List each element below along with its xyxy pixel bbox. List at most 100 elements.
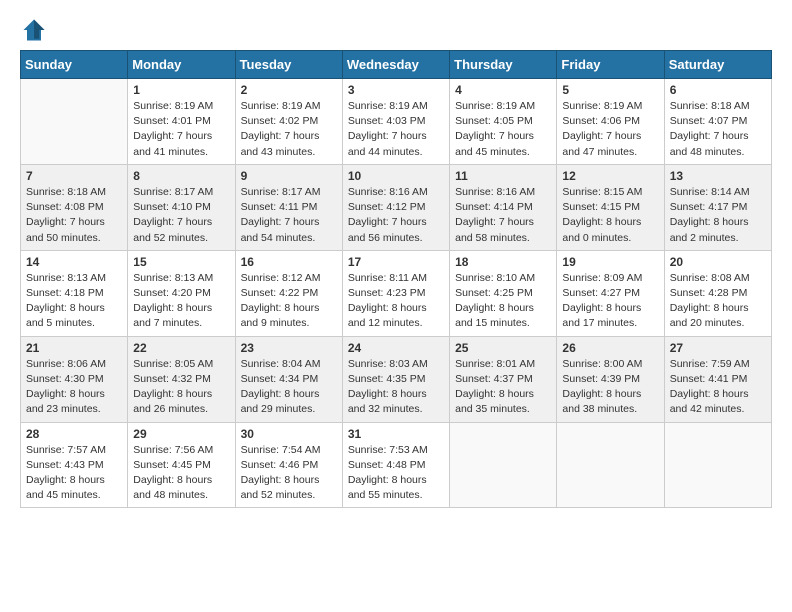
col-header-saturday: Saturday — [664, 51, 771, 79]
col-header-tuesday: Tuesday — [235, 51, 342, 79]
week-row-5: 28Sunrise: 7:57 AMSunset: 4:43 PMDayligh… — [21, 422, 772, 508]
logo-icon — [20, 16, 48, 44]
day-number: 18 — [455, 255, 551, 269]
day-number: 30 — [241, 427, 337, 441]
day-cell: 13 Sunrise: 8:14 AMSunset: 4:17 PMDayligh… — [664, 164, 771, 250]
day-detail: Sunrise: 7:53 AMSunset: 4:48 PMDaylight:… — [348, 443, 444, 504]
header-row: SundayMondayTuesdayWednesdayThursdayFrid… — [21, 51, 772, 79]
page: SundayMondayTuesdayWednesdayThursdayFrid… — [0, 0, 792, 528]
day-number: 4 — [455, 83, 551, 97]
day-cell: 12 Sunrise: 8:15 AMSunset: 4:15 PMDayligh… — [557, 164, 664, 250]
day-detail: Sunrise: 7:54 AMSunset: 4:46 PMDaylight:… — [241, 443, 337, 504]
col-header-friday: Friday — [557, 51, 664, 79]
day-detail: Sunrise: 8:05 AMSunset: 4:32 PMDaylight:… — [133, 357, 229, 418]
day-cell: 29 Sunrise: 7:56 AMSunset: 4:45 PMDayligh… — [128, 422, 235, 508]
day-cell: 3Sunrise: 8:19 AMSunset: 4:03 PMDaylight… — [342, 79, 449, 165]
col-header-sunday: Sunday — [21, 51, 128, 79]
day-number: 22 — [133, 341, 229, 355]
day-number: 16 — [241, 255, 337, 269]
week-row-1: 1 Sunrise: 8:19 AMSunset: 4:01 PMDaylight… — [21, 79, 772, 165]
day-detail: Sunrise: 8:13 AMSunset: 4:20 PMDaylight:… — [133, 271, 229, 332]
day-detail: Sunrise: 8:03 AMSunset: 4:35 PMDaylight:… — [348, 357, 444, 418]
day-cell: 26Sunrise: 8:00 AMSunset: 4:39 PMDayligh… — [557, 336, 664, 422]
day-cell: 6 Sunrise: 8:18 AMSunset: 4:07 PMDaylight… — [664, 79, 771, 165]
day-number: 26 — [562, 341, 658, 355]
day-detail: Sunrise: 8:16 AMSunset: 4:14 PMDaylight:… — [455, 185, 551, 246]
day-cell: 31 Sunrise: 7:53 AMSunset: 4:48 PMDayligh… — [342, 422, 449, 508]
day-cell: 5 Sunrise: 8:19 AMSunset: 4:06 PMDaylight… — [557, 79, 664, 165]
day-number: 2 — [241, 83, 337, 97]
day-detail: Sunrise: 8:17 AMSunset: 4:11 PMDaylight:… — [241, 185, 337, 246]
day-number: 21 — [26, 341, 122, 355]
week-row-2: 7Sunrise: 8:18 AMSunset: 4:08 PMDaylight… — [21, 164, 772, 250]
day-number: 13 — [670, 169, 766, 183]
day-number: 19 — [562, 255, 658, 269]
day-cell: 18 Sunrise: 8:10 AMSunset: 4:25 PMDayligh… — [450, 250, 557, 336]
day-number: 9 — [241, 169, 337, 183]
day-detail: Sunrise: 8:09 AMSunset: 4:27 PMDaylight:… — [562, 271, 658, 332]
day-cell: 22 Sunrise: 8:05 AMSunset: 4:32 PMDayligh… — [128, 336, 235, 422]
day-cell: 16 Sunrise: 8:12 AMSunset: 4:22 PMDayligh… — [235, 250, 342, 336]
day-number: 29 — [133, 427, 229, 441]
logo — [20, 16, 52, 44]
day-number: 24 — [348, 341, 444, 355]
day-cell: 4 Sunrise: 8:19 AMSunset: 4:05 PMDaylight… — [450, 79, 557, 165]
day-cell: 7Sunrise: 8:18 AMSunset: 4:08 PMDaylight… — [21, 164, 128, 250]
day-cell: 24 Sunrise: 8:03 AMSunset: 4:35 PMDayligh… — [342, 336, 449, 422]
col-header-monday: Monday — [128, 51, 235, 79]
day-cell: 1 Sunrise: 8:19 AMSunset: 4:01 PMDaylight… — [128, 79, 235, 165]
day-cell: 2 Sunrise: 8:19 AMSunset: 4:02 PMDaylight… — [235, 79, 342, 165]
day-detail: Sunrise: 8:15 AMSunset: 4:15 PMDaylight:… — [562, 185, 658, 246]
week-row-3: 14Sunrise: 8:13 AMSunset: 4:18 PMDayligh… — [21, 250, 772, 336]
day-detail: Sunrise: 8:12 AMSunset: 4:22 PMDaylight:… — [241, 271, 337, 332]
day-cell: 21Sunrise: 8:06 AMSunset: 4:30 PMDayligh… — [21, 336, 128, 422]
day-detail: Sunrise: 8:19 AMSunset: 4:06 PMDaylight:… — [562, 99, 658, 160]
day-number: 25 — [455, 341, 551, 355]
col-header-thursday: Thursday — [450, 51, 557, 79]
day-detail: Sunrise: 8:11 AMSunset: 4:23 PMDaylight:… — [348, 271, 444, 332]
day-cell — [21, 79, 128, 165]
day-number: 12 — [562, 169, 658, 183]
day-detail: Sunrise: 8:16 AMSunset: 4:12 PMDaylight:… — [348, 185, 444, 246]
day-number: 11 — [455, 169, 551, 183]
day-detail: Sunrise: 8:10 AMSunset: 4:25 PMDaylight:… — [455, 271, 551, 332]
day-number: 14 — [26, 255, 122, 269]
day-number: 27 — [670, 341, 766, 355]
day-cell: 27Sunrise: 7:59 AMSunset: 4:41 PMDayligh… — [664, 336, 771, 422]
day-number: 20 — [670, 255, 766, 269]
day-cell — [557, 422, 664, 508]
day-number: 3 — [348, 83, 444, 97]
day-detail: Sunrise: 8:14 AMSunset: 4:17 PMDaylight:… — [670, 185, 766, 246]
day-cell: 30 Sunrise: 7:54 AMSunset: 4:46 PMDayligh… — [235, 422, 342, 508]
day-cell: 23 Sunrise: 8:04 AMSunset: 4:34 PMDayligh… — [235, 336, 342, 422]
day-number: 6 — [670, 83, 766, 97]
calendar-table: SundayMondayTuesdayWednesdayThursdayFrid… — [20, 50, 772, 508]
day-detail: Sunrise: 8:19 AMSunset: 4:02 PMDaylight:… — [241, 99, 337, 160]
day-number: 15 — [133, 255, 229, 269]
day-number: 31 — [348, 427, 444, 441]
day-detail: Sunrise: 8:04 AMSunset: 4:34 PMDaylight:… — [241, 357, 337, 418]
day-cell: 28Sunrise: 7:57 AMSunset: 4:43 PMDayligh… — [21, 422, 128, 508]
day-number: 28 — [26, 427, 122, 441]
day-cell: 17 Sunrise: 8:11 AMSunset: 4:23 PMDayligh… — [342, 250, 449, 336]
day-cell: 15 Sunrise: 8:13 AMSunset: 4:20 PMDayligh… — [128, 250, 235, 336]
day-number: 5 — [562, 83, 658, 97]
week-row-4: 21Sunrise: 8:06 AMSunset: 4:30 PMDayligh… — [21, 336, 772, 422]
header — [20, 16, 772, 44]
day-detail: Sunrise: 8:01 AMSunset: 4:37 PMDaylight:… — [455, 357, 551, 418]
day-detail: Sunrise: 8:08 AMSunset: 4:28 PMDaylight:… — [670, 271, 766, 332]
day-number: 23 — [241, 341, 337, 355]
day-detail: Sunrise: 8:18 AMSunset: 4:07 PMDaylight:… — [670, 99, 766, 160]
day-number: 1 — [133, 83, 229, 97]
day-detail: Sunrise: 8:19 AMSunset: 4:01 PMDaylight:… — [133, 99, 229, 160]
col-header-wednesday: Wednesday — [342, 51, 449, 79]
day-detail: Sunrise: 8:19 AMSunset: 4:05 PMDaylight:… — [455, 99, 551, 160]
day-number: 17 — [348, 255, 444, 269]
day-number: 10 — [348, 169, 444, 183]
day-cell: 11 Sunrise: 8:16 AMSunset: 4:14 PMDayligh… — [450, 164, 557, 250]
day-cell: 8Sunrise: 8:17 AMSunset: 4:10 PMDaylight… — [128, 164, 235, 250]
day-cell — [664, 422, 771, 508]
day-cell: 10 Sunrise: 8:16 AMSunset: 4:12 PMDayligh… — [342, 164, 449, 250]
day-detail: Sunrise: 7:56 AMSunset: 4:45 PMDaylight:… — [133, 443, 229, 504]
day-cell — [450, 422, 557, 508]
